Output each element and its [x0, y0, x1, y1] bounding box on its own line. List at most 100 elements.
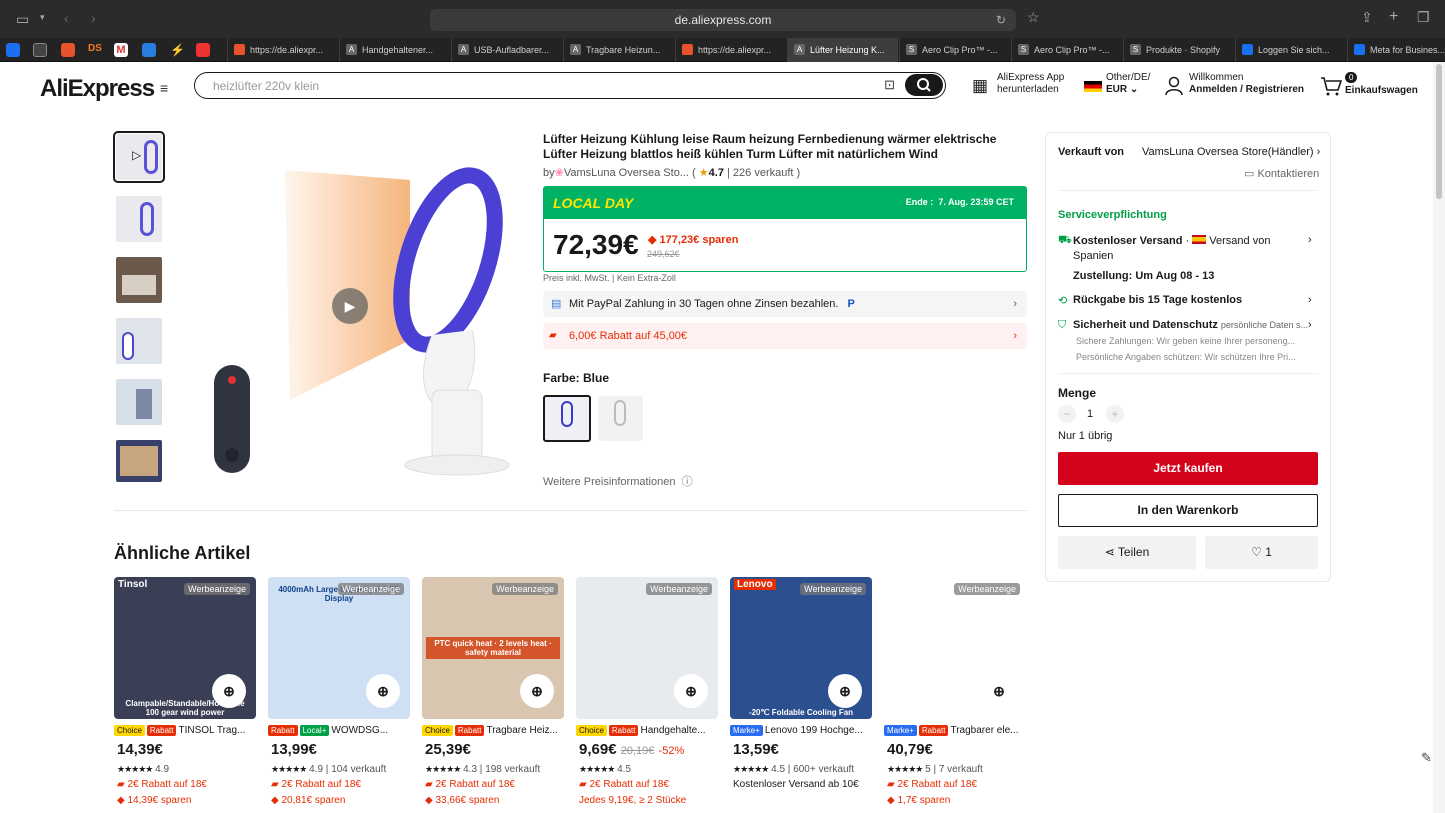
item-name[interactable]: Handgehalte... [640, 725, 705, 736]
pinned-meta-icon[interactable] [6, 43, 20, 57]
thumbnail-video[interactable]: ▷ [113, 131, 165, 183]
contact-link[interactable]: ▭ Kontaktieren [1244, 167, 1319, 180]
search-bar[interactable]: heizlüfter 220v klein ⊡ [194, 72, 946, 99]
similar-item-card[interactable]: Tinsol Clampable/Standable/Hookable 100 … [114, 577, 256, 807]
seller-link[interactable]: VamsLuna Oversea Store(Händler) › [1142, 146, 1320, 158]
account-menu[interactable]: Willkommen Anmelden / Registrieren [1189, 72, 1304, 96]
similar-item-card[interactable]: Werbeanzeige ⊕ Choice Rabatt Handgehalte..… [576, 577, 718, 807]
forward-icon[interactable]: › [91, 10, 96, 26]
add-to-cart-icon[interactable]: ⊕ [828, 674, 862, 708]
tab-handgehaltener[interactable]: A Handgehaltener... [339, 38, 450, 62]
tab-login[interactable]: Loggen Sie sich... [1235, 38, 1346, 62]
back-icon[interactable]: ‹ [64, 10, 69, 26]
color-option-white[interactable] [598, 396, 643, 441]
play-video-button[interactable]: ▶ [332, 288, 368, 324]
add-to-cart-icon[interactable]: ⊕ [520, 674, 554, 708]
login-link[interactable]: Anmelden / Registrieren [1189, 84, 1304, 96]
similar-item-card[interactable]: Lenovo -20℃ Foldable Cooling Fan Werbean… [730, 577, 872, 807]
user-icon[interactable] [1165, 76, 1183, 96]
pinned-aliexpress-icon[interactable] [61, 43, 75, 57]
add-to-cart-icon[interactable]: ⊕ [366, 674, 400, 708]
similar-item-image[interactable]: Lenovo -20℃ Foldable Cooling Fan Werbean… [730, 577, 872, 719]
pinned-infinity-icon[interactable] [33, 43, 47, 57]
more-price-info[interactable]: Weitere Preisinformationen ⓘ [543, 473, 693, 489]
item-name[interactable]: TINSOL Trag... [178, 725, 245, 736]
quantity-increase-button[interactable]: + [1106, 405, 1124, 423]
locale-selector[interactable]: Other/DE/ EUR ⌄ [1106, 72, 1150, 96]
address-bar[interactable]: de.aliexpress.com ↻ [430, 9, 1016, 31]
similar-item-card[interactable]: PTC quick heat · 2 levels heat · safety … [422, 577, 564, 807]
pinned-gmail-icon[interactable]: M [114, 43, 128, 57]
tab-aero-1[interactable]: S Aero Clip Pro™ -... [899, 38, 1010, 62]
thumbnail-5[interactable] [116, 379, 162, 425]
tab-aero-2[interactable]: S Aero Clip Pro™ -... [1011, 38, 1122, 62]
tab-tragbare[interactable]: A Tragbare Heizun... [563, 38, 674, 62]
item-name[interactable]: Tragbare Heiz... [486, 725, 557, 736]
thumbnail-3[interactable] [116, 257, 162, 303]
similar-item-card[interactable]: 4000mAh Large Capacity & LED Display Wer… [268, 577, 410, 807]
chevron-right-icon[interactable]: › [1308, 234, 1312, 246]
tab-aliexpress-1[interactable]: https://de.aliexpr... [227, 38, 338, 62]
tab-aliexpress-2[interactable]: https://de.aliexpr... [675, 38, 786, 62]
quantity-decrease-button[interactable]: − [1058, 405, 1076, 423]
similar-item-image[interactable]: Werbeanzeige ⊕ [884, 577, 1026, 719]
store-link[interactable]: VamsLuna Oversea Sto... [564, 167, 689, 179]
pinned-app-icon[interactable] [142, 43, 156, 57]
buy-now-button[interactable]: Jetzt kaufen [1058, 452, 1318, 485]
pinned-ds-icon[interactable]: DS [88, 43, 102, 57]
security-row[interactable]: Sicherheit und Datenschutz persönliche D… [1073, 319, 1308, 331]
similar-item-card[interactable]: Werbeanzeige ⊕ Marke+ Rabatt Tragbarer ele… [884, 577, 1026, 807]
quantity-value[interactable]: 1 [1087, 408, 1093, 420]
add-to-cart-icon[interactable]: ⊕ [674, 674, 708, 708]
thumbnail-4[interactable] [116, 318, 162, 364]
new-tab-icon[interactable]: + [1389, 8, 1398, 26]
search-input[interactable]: heizlüfter 220v klein [213, 79, 319, 93]
pinned-bolt-icon[interactable]: ⚡ [170, 43, 185, 57]
share-button[interactable]: ⋖ Teilen [1058, 536, 1196, 569]
similar-item-image[interactable]: Tinsol Clampable/Standable/Hookable 100 … [114, 577, 256, 719]
thumbnail-2[interactable] [116, 196, 162, 242]
share-icon[interactable]: ⇪ [1361, 9, 1373, 26]
similar-item-image[interactable]: PTC quick heat · 2 levels heat · safety … [422, 577, 564, 719]
camera-search-icon[interactable]: ⊡ [884, 77, 895, 93]
item-name[interactable]: WOWDSG... [331, 725, 388, 736]
cart-label[interactable]: Einkaufswagen [1345, 85, 1418, 97]
coupon-row[interactable]: ▰ 6,00€ Rabatt auf 45,00€ › [543, 323, 1027, 349]
item-name[interactable]: Lenovo 199 Hochge... [765, 725, 863, 736]
pinned-chart-icon[interactable] [196, 43, 210, 57]
returns-policy[interactable]: Rückgabe bis 15 Tage kostenlos [1073, 294, 1242, 306]
similar-item-image[interactable]: Werbeanzeige ⊕ [576, 577, 718, 719]
add-to-cart-button[interactable]: In den Warenkorb [1058, 494, 1318, 527]
reload-icon[interactable]: ↻ [996, 9, 1006, 31]
thumbnail-6[interactable] [116, 440, 162, 482]
color-option-blue[interactable] [543, 395, 591, 442]
aliexpress-logo[interactable]: AliExpress [40, 75, 155, 103]
scrollbar-thumb[interactable] [1436, 64, 1442, 199]
tab-shopify[interactable]: S Produkte · Shopify [1123, 38, 1234, 62]
wishlist-button[interactable]: ♡ 1 [1205, 536, 1318, 569]
add-to-cart-icon[interactable]: ⊕ [212, 674, 246, 708]
sidebar-toggle-icon[interactable]: ▭ [16, 11, 29, 28]
tab-meta[interactable]: Meta for Busines... [1347, 38, 1445, 62]
sold-count[interactable]: 226 verkauft [733, 167, 794, 179]
cart-icon[interactable] [1320, 76, 1342, 96]
similar-item-image[interactable]: 4000mAh Large Capacity & LED Display Wer… [268, 577, 410, 719]
item-name[interactable]: Tragbarer ele... [950, 725, 1018, 736]
menu-icon[interactable]: ≡ [160, 80, 168, 96]
add-to-cart-icon[interactable]: ⊕ [982, 674, 1016, 708]
chevron-right-icon[interactable]: › [1308, 319, 1312, 331]
tab-usb[interactable]: A USB-Aufladbarer... [451, 38, 562, 62]
app-download[interactable]: AliExpress App herunterladen [997, 72, 1064, 96]
qr-code-icon[interactable]: ▦ [972, 76, 988, 96]
image-banner-text: PTC quick heat · 2 levels heat · safety … [426, 637, 560, 659]
product-main-image[interactable]: ▶ [200, 140, 520, 485]
chevron-right-icon[interactable]: › [1308, 294, 1312, 306]
bookmark-star-icon[interactable]: ☆ [1027, 9, 1040, 26]
tab-overview-icon[interactable]: ❐ [1417, 9, 1430, 26]
tab-luefter-active[interactable]: A Lüfter Heizung K... [787, 38, 898, 62]
search-button[interactable] [905, 74, 943, 96]
chevron-down-icon[interactable]: ▾ [40, 12, 45, 23]
paypal-row[interactable]: ▤ Mit PayPal Zahlung in 30 Tagen ohne Zi… [543, 291, 1027, 317]
shipping-info[interactable]: Kostenloser Versand · Versand von Spanie… [1073, 234, 1293, 284]
edit-pencil-icon[interactable]: ✎ [1421, 750, 1432, 766]
